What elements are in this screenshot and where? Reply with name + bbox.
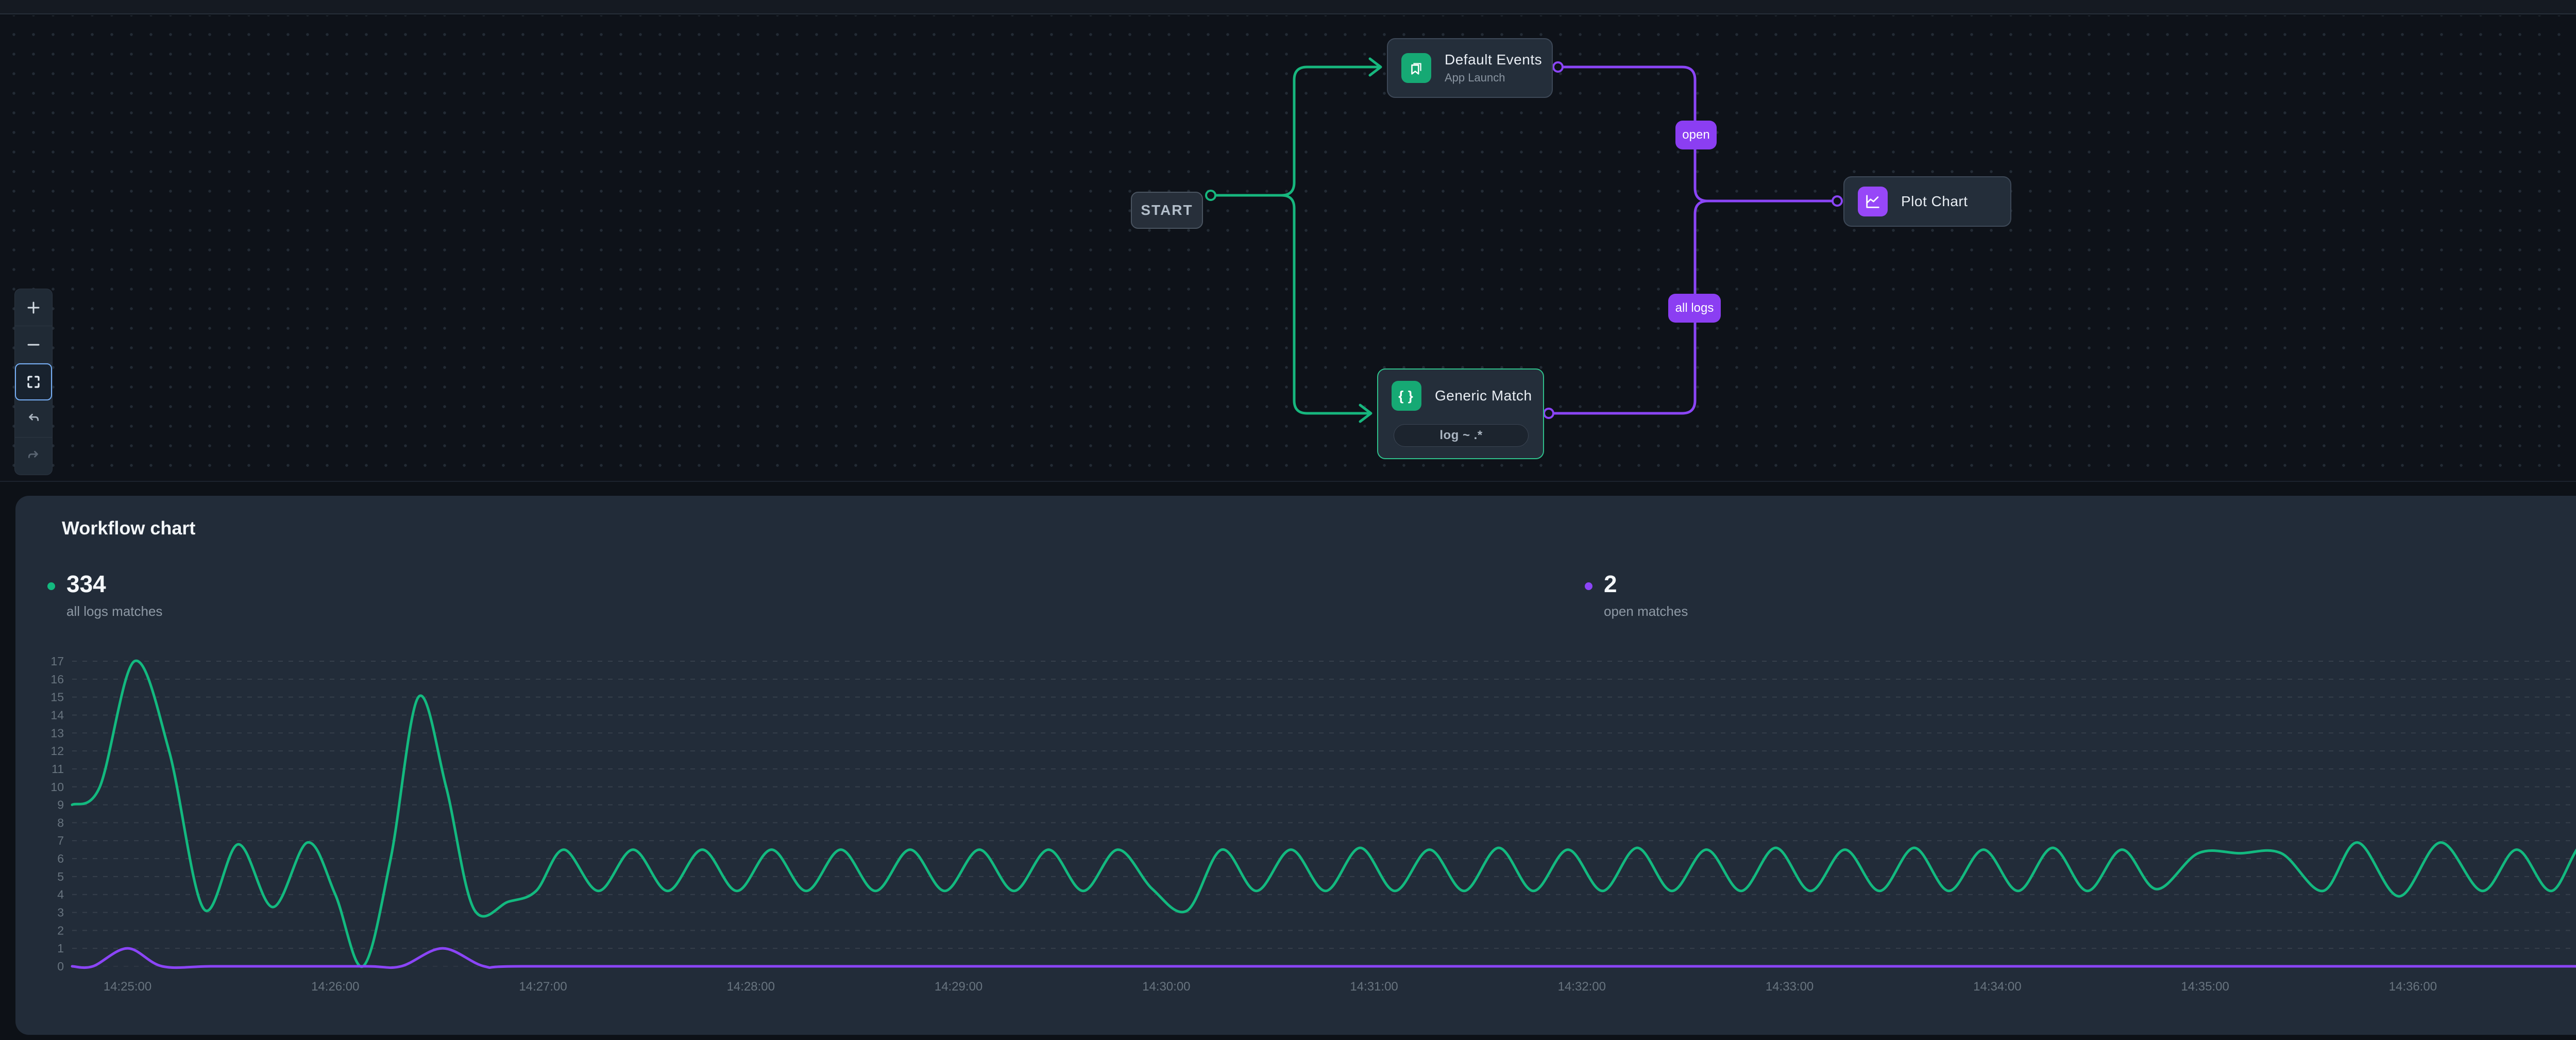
svg-text:16: 16 — [50, 673, 64, 686]
workflow-canvas[interactable]: START Default Events App Launch — [0, 15, 2576, 482]
top-header-bar — [0, 0, 2576, 14]
zoom-in-button[interactable] — [15, 289, 52, 326]
edge-label-open[interactable]: open — [1675, 121, 1717, 149]
svg-text:15: 15 — [50, 691, 64, 704]
svg-text:3: 3 — [57, 906, 64, 919]
svg-text:14:34:00: 14:34:00 — [1973, 980, 2021, 994]
svg-text:14:30:00: 14:30:00 — [1142, 980, 1190, 994]
svg-text:14:35:00: 14:35:00 — [2181, 980, 2229, 994]
workflow-chart-panel: Workflow chart last 15 minutes 334 all l… — [15, 496, 2576, 1035]
svg-text:0: 0 — [57, 960, 64, 973]
zoom-out-button[interactable] — [15, 326, 52, 363]
svg-text:8: 8 — [57, 816, 64, 829]
svg-text:14:26:00: 14:26:00 — [311, 980, 359, 994]
node-subtitle: App Launch — [1445, 71, 1542, 85]
svg-text:14:28:00: 14:28:00 — [727, 980, 775, 994]
svg-text:2: 2 — [57, 924, 64, 937]
svg-text:14: 14 — [50, 708, 64, 722]
undo-button[interactable] — [15, 400, 52, 438]
svg-text:12: 12 — [50, 744, 64, 758]
node-default-events[interactable]: Default Events App Launch — [1387, 38, 1553, 98]
node-title: Plot Chart — [1901, 193, 1968, 210]
edge-label-all-logs[interactable]: all logs — [1668, 294, 1721, 323]
svg-text:14:33:00: 14:33:00 — [1766, 980, 1814, 994]
match-condition[interactable]: log ~ .* — [1394, 424, 1529, 447]
svg-text:11: 11 — [52, 762, 64, 776]
svg-text:10: 10 — [50, 780, 64, 794]
svg-text:17: 17 — [50, 655, 64, 668]
workflow-edges — [0, 15, 2576, 482]
node-title: Default Events — [1445, 52, 1542, 68]
node-plot-chart[interactable]: Plot Chart — [1843, 176, 2011, 227]
svg-text:9: 9 — [57, 798, 64, 812]
svg-text:6: 6 — [57, 852, 64, 865]
redo-button[interactable] — [15, 438, 52, 475]
svg-text:14:29:00: 14:29:00 — [935, 980, 982, 994]
svg-text:4: 4 — [57, 888, 64, 901]
svg-text:14:27:00: 14:27:00 — [519, 980, 567, 994]
line-chart-icon — [1858, 187, 1888, 216]
workflow-chart-plot: 0123456789101112131415161714:25:0014:26:… — [15, 496, 2576, 1035]
fit-view-button[interactable] — [15, 363, 52, 400]
workflow-app: START Default Events App Launch — [0, 0, 2576, 1040]
canvas-toolbar — [14, 289, 53, 475]
svg-text:5: 5 — [57, 870, 64, 883]
svg-text:14:31:00: 14:31:00 — [1350, 980, 1398, 994]
svg-text:14:25:00: 14:25:00 — [104, 980, 151, 994]
braces-icon: { } — [1392, 381, 1421, 411]
svg-text:14:32:00: 14:32:00 — [1558, 980, 1606, 994]
node-generic-match[interactable]: { } Generic Match log ~ .* — [1377, 368, 1544, 459]
svg-text:13: 13 — [50, 726, 64, 740]
svg-text:7: 7 — [57, 834, 64, 847]
bookmark-icon — [1401, 53, 1431, 83]
node-title: Generic Match — [1435, 388, 1532, 404]
start-node[interactable]: START — [1131, 192, 1203, 229]
svg-text:14:36:00: 14:36:00 — [2389, 980, 2437, 994]
svg-text:1: 1 — [57, 942, 64, 955]
